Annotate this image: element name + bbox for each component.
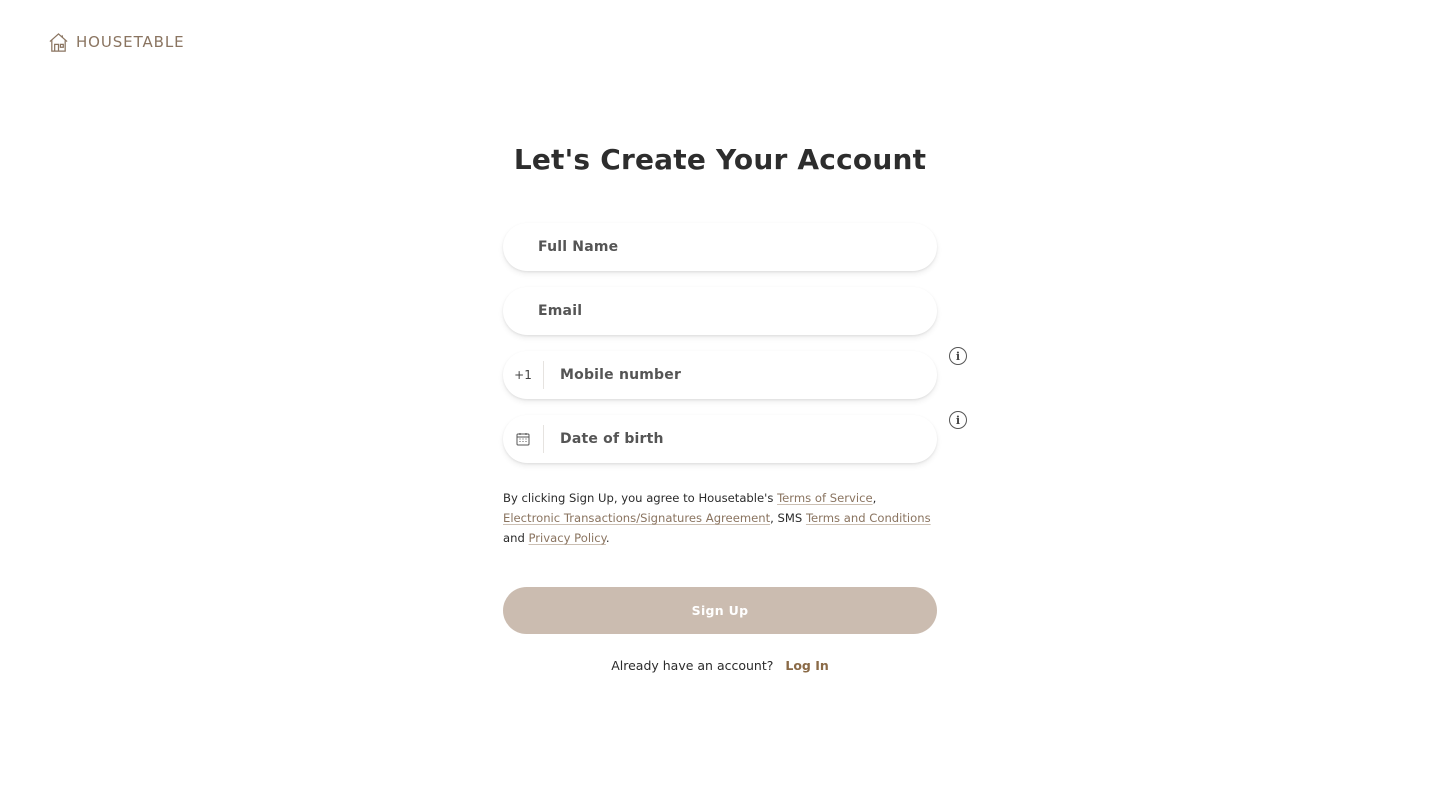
login-prompt-row: Already have an account? Log In (0, 658, 1440, 673)
calendar-icon[interactable] (503, 425, 544, 453)
email-input[interactable] (503, 287, 937, 335)
login-prompt: Already have an account? (611, 658, 774, 673)
terms-text: By clicking Sign Up, you agree to Houset… (503, 491, 931, 545)
mobile-field-wrapper: +1 (503, 351, 937, 399)
sign-up-button[interactable]: Sign Up (503, 587, 937, 634)
country-code-prefix: +1 (503, 361, 544, 389)
mobile-info-icon[interactable]: i (949, 347, 967, 365)
electronic-signatures-link[interactable]: Electronic Transactions/Signatures Agree… (503, 511, 770, 525)
dob-field-wrapper (503, 415, 937, 463)
mobile-number-input[interactable] (544, 351, 937, 399)
full-name-input[interactable] (503, 223, 937, 271)
email-field-wrapper (503, 287, 937, 335)
sms-terms-link[interactable]: Terms and Conditions (806, 511, 931, 525)
privacy-policy-link[interactable]: Privacy Policy (529, 531, 606, 545)
brand-logo[interactable]: HOUSETABLE (48, 32, 184, 53)
page-title: Let's Create Your Account (513, 143, 927, 176)
log-in-link[interactable]: Log In (785, 658, 828, 673)
dob-info-icon[interactable]: i (949, 411, 967, 429)
brand-name: HOUSETABLE (76, 33, 185, 51)
full-name-field-wrapper (503, 223, 937, 271)
date-of-birth-input[interactable] (544, 415, 937, 463)
terms-of-service-link[interactable]: Terms of Service (777, 491, 873, 505)
house-icon (48, 32, 69, 53)
